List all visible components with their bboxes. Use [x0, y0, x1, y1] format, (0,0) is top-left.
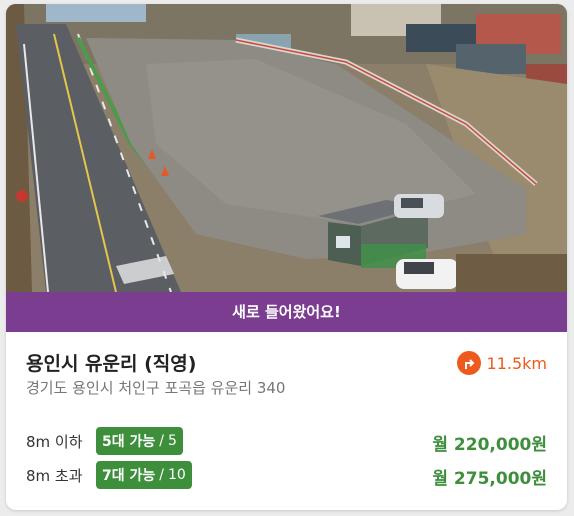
new-listing-banner: 새로 들어왔어요!	[6, 292, 567, 332]
listing-address: 경기도 용인시 처인구 포곡읍 유운리 340	[26, 379, 286, 397]
rate-row-under-8m: 8m 이하 5대 가능 / 5	[26, 426, 183, 456]
price-over-8m: 월 275,000원	[432, 469, 547, 489]
listing-title: 용인시 유운리 (직영)	[26, 353, 197, 375]
rate-label: 8m 이하	[26, 432, 83, 451]
availability-text: 5대 가능	[102, 434, 156, 450]
distance-text: 11.5km	[486, 353, 547, 373]
rate-label: 8m 초과	[26, 466, 83, 485]
availability-badge: 7대 가능 / 10	[96, 461, 192, 489]
parking-lot-card[interactable]: 새로 들어왔어요! 용인시 유운리 (직영) 경기도 용인시 처인구 포곡읍 유…	[6, 4, 567, 510]
rate-row-over-8m: 8m 초과 7대 가능 / 10	[26, 460, 192, 490]
capacity-text: 10	[167, 467, 186, 483]
lot-aerial-photo	[6, 4, 567, 292]
price-under-8m: 월 220,000원	[432, 435, 547, 455]
availability-badge: 5대 가능 / 5	[96, 427, 183, 455]
turn-right-icon	[456, 351, 481, 375]
availability-text: 7대 가능	[102, 468, 156, 484]
capacity-text: 5	[167, 433, 177, 449]
distance-indicator[interactable]: 11.5km	[456, 351, 547, 375]
